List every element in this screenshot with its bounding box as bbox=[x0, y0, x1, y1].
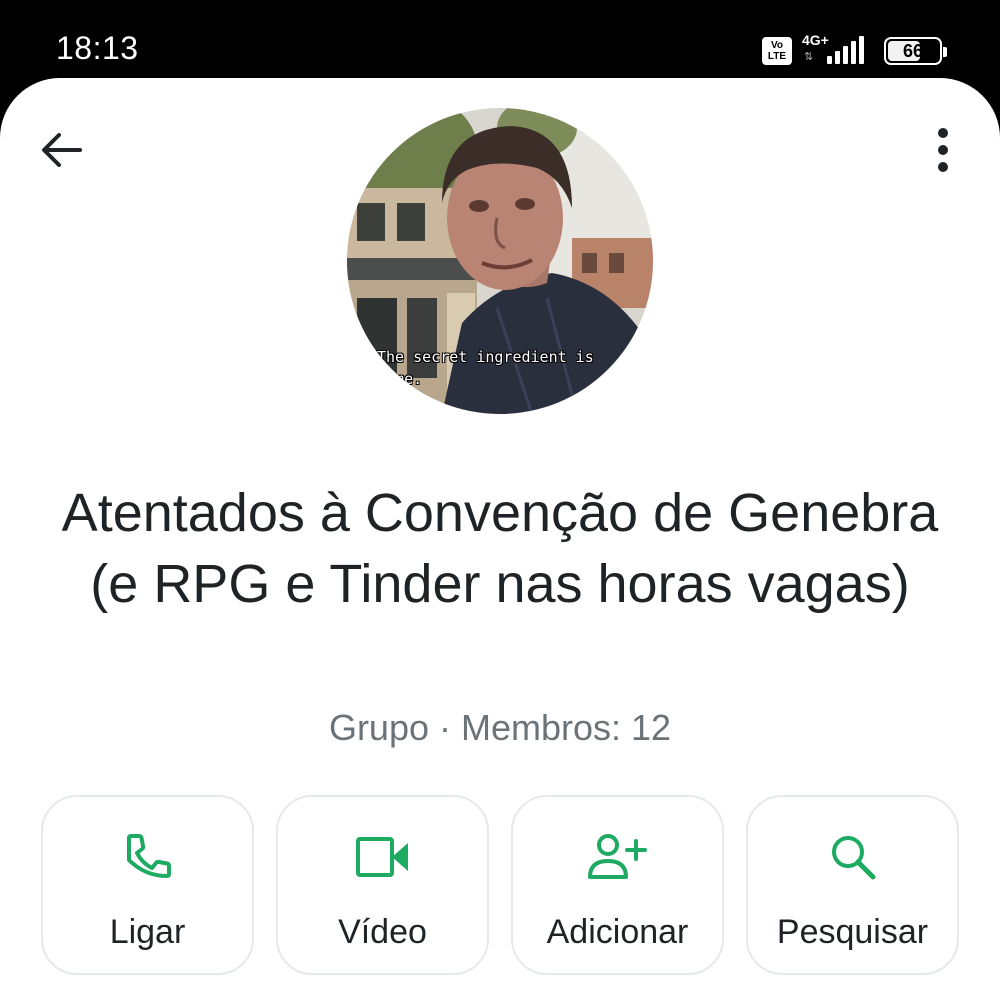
action-buttons: Ligar Vídeo Adicionar Pesquisar bbox=[41, 795, 959, 975]
more-options-button[interactable] bbox=[920, 124, 966, 176]
group-meta: Grupo · Membros: 12 bbox=[328, 707, 672, 748]
more-vertical-icon bbox=[938, 128, 948, 172]
arrow-left-icon bbox=[42, 133, 82, 167]
phone-icon bbox=[123, 831, 173, 883]
back-button[interactable] bbox=[36, 128, 86, 172]
search-icon bbox=[829, 831, 877, 883]
search-label: Pesquisar bbox=[776, 913, 929, 951]
video-camera-icon bbox=[355, 831, 410, 883]
status-icons: Vo LTE 4G+ ⇅ 66 bbox=[762, 32, 947, 68]
battery-level: 66 bbox=[902, 40, 924, 61]
battery-icon: 66 bbox=[884, 37, 947, 65]
volte-icon: Vo LTE bbox=[762, 37, 792, 65]
add-person-icon bbox=[587, 831, 648, 883]
search-button[interactable]: Pesquisar bbox=[746, 795, 959, 975]
call-button[interactable]: Ligar bbox=[41, 795, 254, 975]
signal-icon: 4G+ ⇅ bbox=[800, 32, 864, 68]
avatar-caption: The secret ingredient is lime. bbox=[377, 348, 594, 388]
add-participant-label: Adicionar bbox=[546, 913, 689, 951]
video-button[interactable]: Vídeo bbox=[276, 795, 489, 975]
group-name: Atentados à Convenção de Genebra (e RPG … bbox=[61, 483, 939, 614]
add-participant-button[interactable]: Adicionar bbox=[511, 795, 724, 975]
data-arrows-icon: ⇅ bbox=[804, 51, 814, 63]
status-bar: 18:13 Vo LTE 4G+ ⇅ 66 bbox=[0, 0, 1000, 80]
signal-bars bbox=[827, 36, 864, 64]
video-label: Vídeo bbox=[338, 913, 427, 951]
call-label: Ligar bbox=[109, 913, 186, 951]
group-avatar[interactable]: The secret ingredient is lime. bbox=[347, 108, 653, 414]
network-type: 4G+ bbox=[802, 32, 829, 48]
status-time: 18:13 bbox=[56, 30, 139, 66]
